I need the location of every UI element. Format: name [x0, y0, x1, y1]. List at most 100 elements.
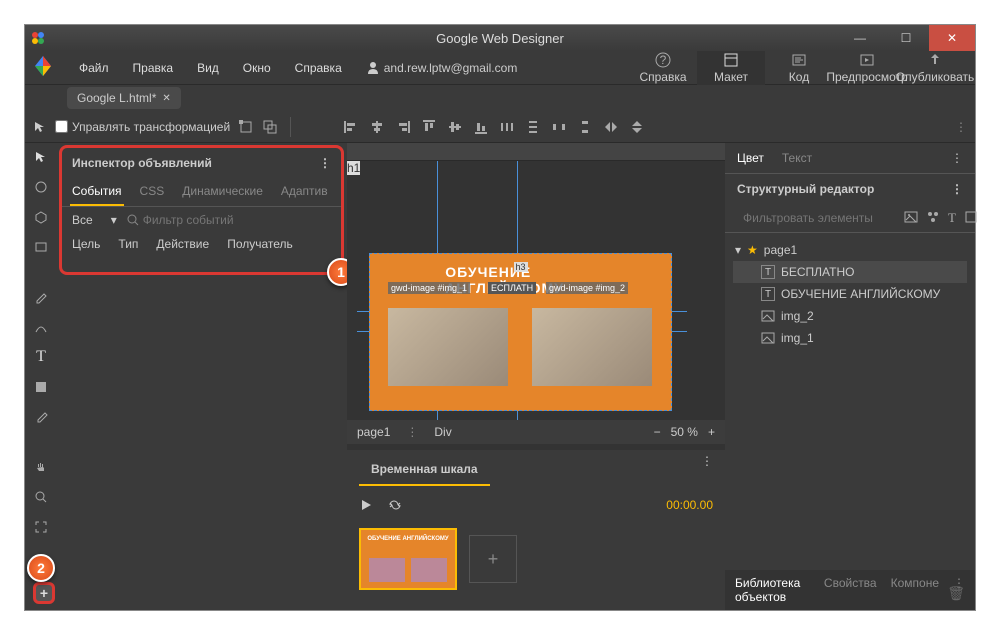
inspector-tab-events[interactable]: События	[70, 178, 124, 206]
align-middle-icon[interactable]	[447, 119, 463, 135]
events-filter-input[interactable]	[143, 213, 243, 227]
align-bottom-icon[interactable]	[473, 119, 489, 135]
play-icon[interactable]	[359, 498, 373, 512]
artboard[interactable]: ОБУЧЕНИЕ АНГЛИЙСКОМУ h3 gwd-image #img_1…	[369, 253, 672, 411]
img-label-2: gwd-image #img_2	[546, 282, 628, 294]
zoom-level[interactable]: 50 %	[671, 425, 698, 439]
image-icon[interactable]	[904, 210, 918, 224]
col-action: Действие	[156, 237, 209, 251]
zoom-tool[interactable]	[31, 487, 51, 507]
align-left-icon[interactable]	[343, 119, 359, 135]
text-tool[interactable]: T	[31, 347, 51, 367]
spacing-icon-2[interactable]	[577, 119, 593, 135]
align-right-icon[interactable]	[395, 119, 411, 135]
star-icon: ★	[747, 243, 758, 257]
add-event-button[interactable]: +	[33, 582, 55, 604]
inspector-tab-adaptive[interactable]: Адаптив	[279, 178, 330, 206]
preview-button[interactable]: Предпросмотр	[833, 51, 901, 85]
path-tool[interactable]	[31, 317, 51, 337]
tree-item[interactable]: T ОБУЧЕНИЕ АНГЛИЙСКОМУ	[733, 283, 967, 305]
code-button[interactable]: Код	[765, 51, 833, 85]
menu-window[interactable]: Окно	[231, 55, 283, 81]
group-icon[interactable]	[926, 210, 940, 224]
zoom-in-icon[interactable]: +	[708, 425, 715, 439]
image-type-icon	[761, 309, 775, 323]
fill-tool[interactable]	[31, 377, 51, 397]
help-button[interactable]: ?Справка	[629, 51, 697, 85]
spacing-icon-1[interactable]	[551, 119, 567, 135]
transform-icon-1[interactable]	[238, 119, 254, 135]
ruler-horizontal	[347, 143, 725, 161]
3d-tool[interactable]	[31, 207, 51, 227]
menu-view[interactable]: Вид	[185, 55, 231, 81]
menu-help[interactable]: Справка	[283, 55, 354, 81]
menu-edit[interactable]: Правка	[121, 55, 186, 81]
collapse-icon[interactable]: ▾	[735, 243, 741, 257]
align-center-h-icon[interactable]	[369, 119, 385, 135]
rect-tool[interactable]	[31, 237, 51, 257]
inspector-tab-css[interactable]: CSS	[138, 178, 167, 206]
transform-checkbox[interactable]: Управлять трансформацией	[55, 120, 230, 134]
timeline-frame[interactable]: ОБУЧЕНИЕ АНГЛИЙСКОМУ	[359, 528, 457, 590]
bottom-tab-library[interactable]: Библиотека объектов	[735, 576, 810, 604]
ad-inspector-panel: Инспектор объявлений ⋮ События CSS Динам…	[59, 145, 344, 275]
window-title: Google Web Designer	[436, 31, 564, 46]
add-frame-button[interactable]: +	[469, 535, 517, 583]
flip-h-icon[interactable]	[603, 119, 619, 135]
elements-filter-input[interactable]	[743, 211, 898, 225]
distribute-h-icon[interactable]	[499, 119, 515, 135]
fullscreen-tool[interactable]	[31, 517, 51, 537]
zoom-out-icon[interactable]: −	[654, 425, 661, 439]
document-tab[interactable]: Google L.html* ✕	[67, 87, 181, 109]
tree-item[interactable]: img_2	[733, 305, 967, 327]
mode-indicator[interactable]: Div	[434, 425, 451, 439]
bottom-tab-properties[interactable]: Свойства	[824, 576, 877, 604]
user-account[interactable]: and.rew.lptw@gmail.com	[366, 61, 518, 75]
loop-icon[interactable]	[387, 498, 403, 512]
canvas-area: h1 ОБУЧЕНИЕ АНГЛИЙСКОМУ h3 gwd-image #im…	[347, 143, 725, 610]
shape-tool[interactable]	[31, 177, 51, 197]
col-target: Цель	[72, 237, 100, 251]
close-tab-icon[interactable]: ✕	[162, 93, 170, 104]
sublabel: ЕСПЛАТН	[488, 282, 536, 294]
struct-menu-icon[interactable]: ⋮	[951, 182, 963, 196]
rp-tabs-menu-icon[interactable]: ⋮	[951, 151, 963, 165]
page-indicator[interactable]: page1	[357, 425, 390, 439]
rp-tab-text[interactable]: Текст	[782, 151, 812, 165]
publish-button[interactable]: Опубликовать	[901, 51, 969, 85]
events-filter-dropdown[interactable]: Все ▾	[72, 213, 117, 227]
stage[interactable]: h1 ОБУЧЕНИЕ АНГЛИЙСКОМУ h3 gwd-image #im…	[347, 161, 725, 420]
bottom-tab-components[interactable]: Компоне	[891, 576, 939, 604]
eyedropper-tool[interactable]	[31, 407, 51, 427]
layout-button[interactable]: Макет	[697, 51, 765, 85]
struct-editor-title: Структурный редактор	[737, 182, 874, 196]
rp-tab-color[interactable]: Цвет	[737, 151, 764, 165]
app-logo-icon	[25, 25, 51, 51]
select-tool[interactable]	[31, 147, 51, 167]
component-icon[interactable]	[964, 210, 978, 224]
inspector-tab-dynamic[interactable]: Динамические	[180, 178, 265, 206]
canvas-image-2[interactable]	[532, 308, 652, 386]
minimize-button[interactable]: —	[837, 25, 883, 51]
tree-item[interactable]: T БЕСПЛАТНО	[733, 261, 967, 283]
hand-tool[interactable]	[31, 457, 51, 477]
inspector-title: Инспектор объявлений	[72, 156, 212, 170]
pen-tool[interactable]	[31, 287, 51, 307]
timeline-menu-icon[interactable]: ⋮	[701, 454, 713, 486]
flip-v-icon[interactable]	[629, 119, 645, 135]
text-icon[interactable]: T	[948, 210, 956, 226]
menu-file[interactable]: Файл	[67, 55, 121, 81]
align-top-icon[interactable]	[421, 119, 437, 135]
close-button[interactable]: ✕	[929, 25, 975, 51]
transform-icon-2[interactable]	[262, 119, 278, 135]
toolbar-more-icon[interactable]: ⋮	[955, 120, 967, 134]
user-icon	[366, 61, 380, 75]
maximize-button[interactable]: ☐	[883, 25, 929, 51]
document-tabs: Google L.html* ✕	[25, 85, 975, 111]
delete-icon[interactable]: 🗑	[947, 585, 965, 602]
tree-root[interactable]: ▾ ★ page1	[733, 239, 967, 261]
canvas-image-1[interactable]	[388, 308, 508, 386]
tree-item[interactable]: img_1	[733, 327, 967, 349]
panel-menu-icon[interactable]: ⋮	[319, 156, 331, 170]
distribute-v-icon[interactable]	[525, 119, 541, 135]
